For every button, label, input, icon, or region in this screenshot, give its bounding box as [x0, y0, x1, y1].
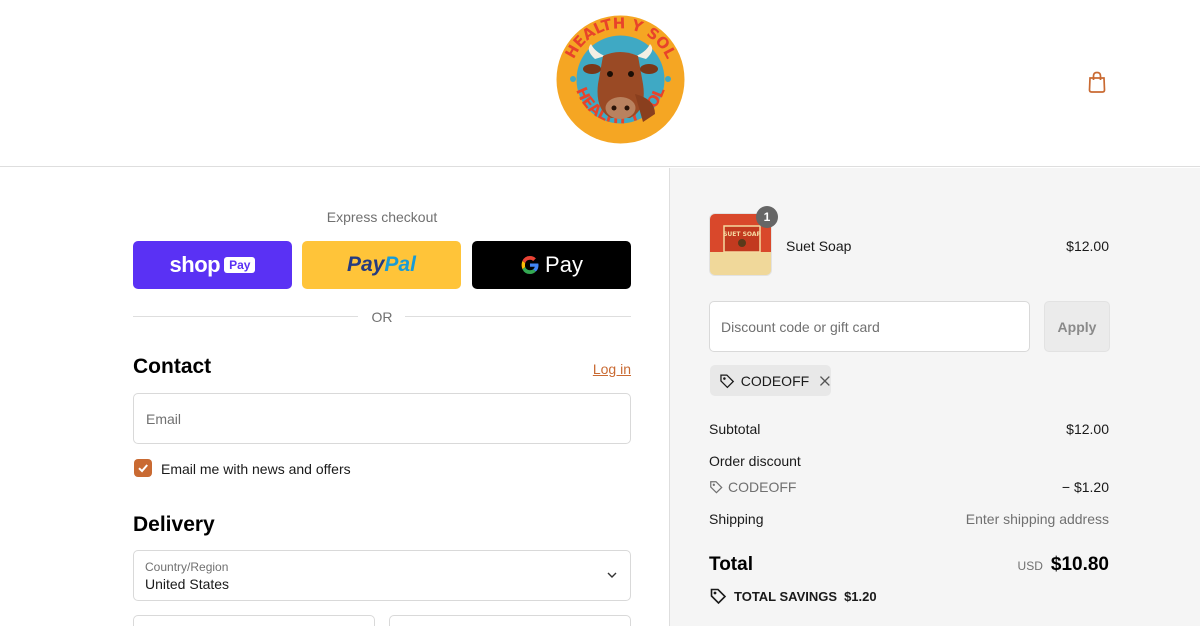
applied-code-text: CODEOFF [740, 372, 810, 389]
apply-discount-button[interactable]: Apply [1044, 301, 1110, 352]
last-name-field[interactable] [389, 615, 631, 626]
login-link[interactable]: Log in [570, 361, 631, 377]
shipping-label: Shipping [709, 511, 764, 527]
site-header: HEALTH Y SOL HEALTH Y SOL [0, 0, 1200, 167]
health-y-sol-logo[interactable]: HEALTH Y SOL HEALTH Y SOL [555, 14, 686, 145]
divider-left [133, 316, 358, 317]
country-value: United States [145, 576, 230, 592]
checkout-form: Express checkout shop Pay PayPal Pay OR … [0, 168, 669, 626]
discount-amount: − $1.20 [1061, 479, 1109, 495]
subtotal-value: $12.00 [1066, 421, 1109, 437]
shopping-bag-icon[interactable] [1085, 70, 1109, 94]
google-pay-wordmark: Pay [520, 252, 583, 278]
discount-code-line: CODEOFF [709, 479, 796, 495]
chevron-down-icon [607, 572, 617, 578]
check-icon [138, 464, 148, 473]
newsletter-label: Email me with news and offers [161, 461, 351, 477]
savings-tag-icon [710, 588, 727, 605]
contact-heading: Contact [133, 355, 212, 378]
discount-placeholder: Discount code or gift card [721, 319, 880, 335]
product-name: Suet Soap [786, 238, 852, 254]
email-placeholder: Email [146, 411, 182, 427]
applied-code-chip: CODEOFF [710, 365, 831, 396]
savings-label: TOTAL SAVINGS [734, 588, 838, 604]
or-divider-label: OR [371, 309, 393, 325]
express-checkout-label: Express checkout [326, 209, 438, 225]
paypal-wordmark: PayPal [347, 253, 416, 276]
shipping-value: Enter shipping address [965, 511, 1109, 527]
shop-pay-wordmark: shop [169, 252, 221, 277]
total-savings: TOTAL SAVINGS $1.20 [709, 587, 877, 605]
google-pay-button[interactable]: Pay [472, 241, 631, 289]
tag-icon [710, 481, 723, 494]
savings-amount: $1.20 [844, 588, 877, 604]
order-summary: SUET SOAP 1 Suet Soap $12.00 Discount co… [669, 168, 1200, 626]
tag-icon [720, 373, 735, 388]
google-g-icon [521, 256, 539, 274]
shop-pay-button[interactable]: shop Pay [133, 241, 292, 289]
country-select[interactable]: Country/Region United States [133, 550, 631, 601]
discount-code-input[interactable]: Discount code or gift card [709, 301, 1030, 352]
total-label: Total [709, 554, 753, 575]
first-name-field[interactable] [133, 615, 375, 626]
currency-code: USD [1017, 559, 1043, 573]
product-thumb-label: SUET SOAP [723, 231, 761, 238]
total-value: USD $10.80 [1018, 554, 1109, 576]
paypal-button[interactable]: PayPal [302, 241, 461, 289]
country-label: Country/Region [145, 560, 229, 574]
discount-code-name: CODEOFF [728, 479, 797, 495]
subtotal-label: Subtotal [709, 421, 761, 437]
remove-code-icon[interactable] [819, 375, 831, 387]
shop-pay-tag: Pay [224, 257, 256, 273]
total-amount: $10.80 [1050, 554, 1109, 575]
order-discount-label: Order discount [709, 453, 801, 469]
divider-right [405, 316, 631, 317]
quantity-badge: 1 [756, 206, 778, 228]
email-field[interactable]: Email [133, 393, 631, 444]
product-price: $12.00 [1066, 238, 1109, 254]
newsletter-checkbox[interactable] [134, 459, 152, 477]
delivery-heading: Delivery [133, 513, 215, 536]
